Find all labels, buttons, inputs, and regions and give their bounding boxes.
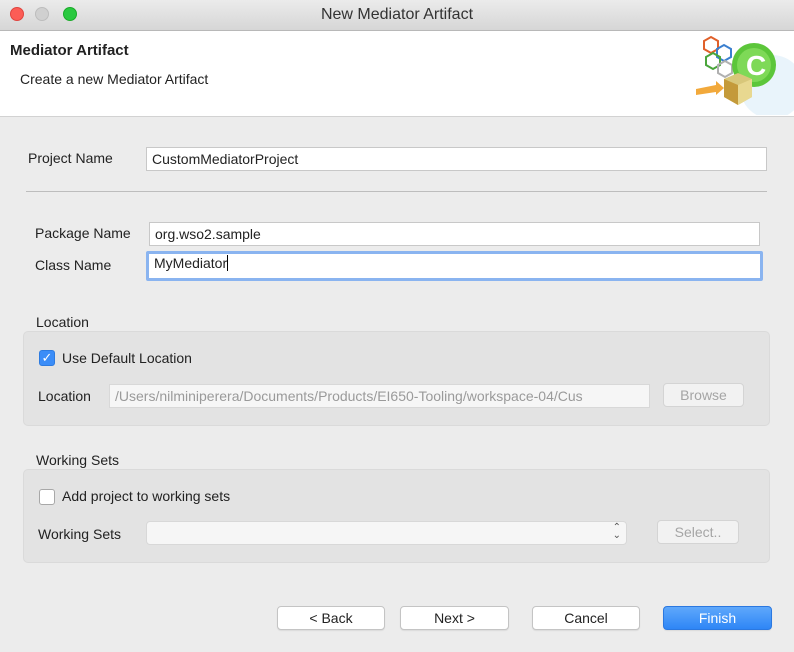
location-label: Location xyxy=(38,388,91,404)
browse-button[interactable]: Browse xyxy=(663,383,744,407)
working-sets-group-title: Working Sets xyxy=(36,452,119,468)
project-name-input[interactable]: CustomMediatorProject xyxy=(146,147,767,171)
wizard-banner: Mediator Artifact Create a new Mediator … xyxy=(0,31,794,117)
wizard-page-description: Create a new Mediator Artifact xyxy=(20,71,209,87)
wizard-page-title: Mediator Artifact xyxy=(10,42,129,59)
back-button[interactable]: < Back xyxy=(277,606,385,630)
location-group: ✓ Use Default Location Location /Users/n… xyxy=(23,331,770,426)
text-cursor xyxy=(227,255,229,271)
working-sets-label: Working Sets xyxy=(38,526,121,542)
package-name-input[interactable]: org.wso2.sample xyxy=(149,222,760,246)
cancel-button[interactable]: Cancel xyxy=(532,606,640,630)
class-name-label: Class Name xyxy=(35,257,112,273)
class-name-input[interactable]: MyMediator xyxy=(146,251,763,281)
finish-button[interactable]: Finish xyxy=(663,606,772,630)
svg-text:C: C xyxy=(746,50,766,81)
window-title: New Mediator Artifact xyxy=(320,6,474,23)
separator xyxy=(26,191,767,192)
add-to-working-sets-label: Add project to working sets xyxy=(62,488,231,504)
location-input[interactable]: /Users/nilminiperera/Documents/Products/… xyxy=(109,384,650,408)
add-to-working-sets-checkbox[interactable] xyxy=(39,489,55,505)
package-name-label: Package Name xyxy=(35,225,131,241)
location-group-title: Location xyxy=(36,314,89,330)
use-default-location-label: Use Default Location xyxy=(62,350,192,366)
class-name-value: MyMediator xyxy=(154,255,228,271)
working-sets-group: Add project to working sets Working Sets… xyxy=(23,469,770,563)
use-default-location-checkbox[interactable]: ✓ xyxy=(39,350,55,366)
project-name-label: Project Name xyxy=(28,150,113,166)
chevron-up-down-icon: ⌃ ⌄ xyxy=(612,522,621,541)
next-button[interactable]: Next > xyxy=(400,606,509,630)
title-bar: New Mediator Artifact xyxy=(0,0,794,31)
mediator-artifact-logo-icon: C xyxy=(696,35,794,115)
working-sets-select[interactable]: ⌃ ⌄ xyxy=(146,521,627,545)
select-working-sets-button[interactable]: Select.. xyxy=(657,520,739,544)
